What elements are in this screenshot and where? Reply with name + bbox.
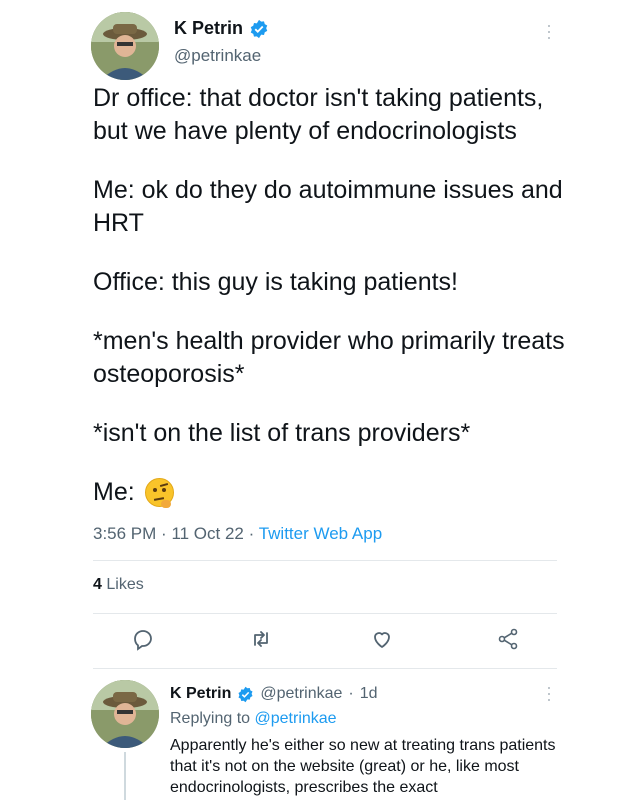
meta-separator: · [348, 685, 354, 702]
replying-to-prefix: Replying to [170, 710, 251, 727]
share-icon[interactable] [496, 627, 520, 651]
reply-author-handle[interactable]: @petrinkae [260, 685, 342, 703]
likes-label: Likes [106, 576, 144, 593]
reply-avatar[interactable] [91, 680, 159, 748]
tweet-meta: 3:56 PM · 11 Oct 22 · Twitter Web App [93, 524, 382, 544]
divider [93, 560, 557, 561]
author-name-text[interactable]: K Petrin [174, 18, 243, 39]
divider [93, 668, 557, 669]
face-with-raised-eyebrow-emoji-icon [144, 478, 174, 508]
thread-line [124, 752, 126, 800]
more-options-icon[interactable]: · · · [546, 16, 552, 46]
reply-text: Apparently he's either so new at treatin… [170, 737, 556, 796]
meta-separator: · [161, 524, 172, 543]
reply-author-name[interactable]: K Petrin [170, 685, 231, 703]
tweet-last-line-text: Me: [93, 478, 135, 506]
replying-to-handle[interactable]: @petrinkae [255, 710, 337, 727]
tweet-last-line: Me: [93, 476, 573, 509]
tweet-paragraph: Office: this guy is taking patients! [93, 268, 459, 296]
tweet-date[interactable]: 11 Oct 22 [171, 524, 243, 543]
likes-count[interactable]: 4 Likes [93, 576, 144, 594]
retweet-icon[interactable] [249, 627, 273, 651]
author-handle[interactable]: @petrinkae [174, 46, 261, 66]
reply-age[interactable]: 1d [360, 685, 378, 703]
divider [93, 613, 557, 614]
reply-icon[interactable] [131, 627, 155, 651]
verified-badge-icon [249, 19, 269, 39]
tweet-paragraph: Dr office: that doctor isn't taking pati… [93, 84, 544, 145]
author-name[interactable]: K Petrin [174, 18, 269, 39]
reply-header: K Petrin @petrinkae · 1d [170, 685, 378, 703]
likes-number: 4 [93, 576, 102, 593]
verified-badge-icon [237, 686, 254, 703]
replying-to: Replying to @petrinkae [170, 710, 337, 728]
tweet-text: Dr office: that doctor isn't taking pati… [93, 82, 573, 509]
more-options-icon[interactable]: · · · [546, 678, 552, 708]
meta-separator: · [248, 524, 259, 543]
heart-icon[interactable] [370, 627, 394, 651]
tweet-paragraph: *men's health provider who primarily tre… [93, 327, 565, 388]
tweet-time[interactable]: 3:56 PM [93, 524, 156, 543]
avatar[interactable] [91, 12, 159, 80]
tweet-paragraph: Me: ok do they do autoimmune issues and … [93, 176, 563, 237]
tweet-paragraph: *isn't on the list of trans providers* [93, 419, 471, 447]
tweet-source[interactable]: Twitter Web App [259, 524, 382, 543]
